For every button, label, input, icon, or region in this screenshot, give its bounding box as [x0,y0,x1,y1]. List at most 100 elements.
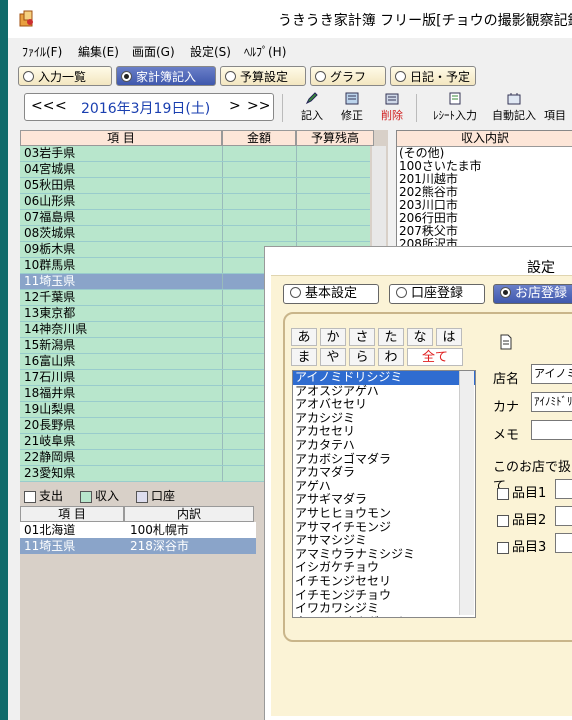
item2-checkbox[interactable]: 品目2 [497,509,546,528]
grid-header-amount: 金額 [222,130,296,146]
shop-item[interactable]: アサマイチモンジ [293,520,475,535]
grid-cell-item: 06山形県 [24,194,76,208]
edit-button[interactable]: 修正 [332,92,372,124]
auto-entry-icon [507,93,521,105]
shop-item[interactable]: アサヒヒョウモン [293,506,475,521]
tab-shop-register[interactable]: お店登録 [493,284,572,304]
legend-swatch [136,490,148,503]
kana-button[interactable]: さ [349,328,375,346]
menu-edit[interactable]: 編集(E) [78,43,119,60]
button-label: 自動記入 [492,109,536,122]
button-label: 修正 [341,109,363,122]
grid-divider [222,466,223,481]
menu-view[interactable]: 画面(G) [132,43,175,60]
shop-list-scrollbar[interactable] [459,371,474,615]
shop-item[interactable]: イワカワシジミ [293,601,475,616]
prev-day-button[interactable]: < [55,98,67,114]
grid-divider [222,178,223,193]
grid-divider [296,210,297,225]
shop-item[interactable]: アカマダラ [293,466,475,480]
tab-input-list[interactable]: 入力一覧 [18,66,112,86]
kana-all-button[interactable]: 全て [407,348,463,366]
tab-graph[interactable]: グラフ [310,66,386,86]
menu-file[interactable]: ﾌｧｲﾙ(F) [22,43,62,60]
checkbox-box [497,514,509,527]
tab-basic-settings[interactable]: 基本設定 [283,284,379,304]
menu-help[interactable]: ﾍﾙﾌﾟ(H) [244,43,286,60]
shop-item[interactable]: アオスジアゲハ [293,384,475,399]
delete-button[interactable]: 削除 [372,92,412,124]
grid-row[interactable]: 07福島県 [20,210,370,226]
grid-divider [296,162,297,177]
entry-cell: 11埼玉県 [24,539,76,553]
prev-month-button[interactable]: << [31,98,54,114]
item1-checkbox[interactable]: 品目1 [497,482,546,501]
receipt-input-button[interactable]: ﾚｼｰﾄ入力 [426,92,484,124]
kana-button[interactable]: は [436,328,462,346]
kana-button[interactable]: ら [349,348,375,366]
item1-field[interactable] [555,479,572,499]
next-day-button[interactable]: > [229,98,241,114]
entry-row[interactable]: 01北海道 100札幌市 [20,522,256,538]
item3-checkbox[interactable]: 品目3 [497,536,546,555]
document-icon [500,334,512,350]
grid-cell-item: 13東京都 [24,306,76,320]
auto-entry-button[interactable]: 自動記入 [488,92,540,124]
shop-item-selected[interactable]: アイノミドリシジミ [293,371,475,385]
kana-button[interactable]: な [407,328,433,346]
kana-button[interactable]: わ [378,348,404,366]
tab-kakeibo-entry[interactable]: 家計簿記入 [116,66,216,86]
shop-item[interactable]: アサマシジミ [293,534,475,548]
shop-item[interactable]: アサギマダラ [293,493,475,507]
entry-cell: 218深谷市 [130,539,189,553]
kana-button[interactable]: ま [291,348,317,366]
grid-header-item: 項 目 [20,130,222,146]
legend-income[interactable]: 収入 [80,487,119,504]
item2-field[interactable] [555,506,572,526]
shop-item[interactable]: アカシジミ [293,411,475,426]
tab-account-register[interactable]: 口座登録 [389,284,485,304]
radio-icon [290,287,301,298]
kana-button[interactable]: か [320,328,346,346]
grid-row[interactable]: 05秋田県 [20,178,370,194]
shop-name-field[interactable]: アイノミドリ [531,364,572,384]
shop-item[interactable]: イシガケチョウ [293,561,475,575]
grid-divider [222,338,223,353]
grid-cell-item: 20長野県 [24,418,76,432]
shop-item[interactable]: アマミウラナミシジミ [293,547,475,562]
grid-divider [222,162,223,177]
grid-row[interactable]: 04宮城県 [20,162,370,178]
entry-row-selected[interactable]: 11埼玉県 218深谷市 [20,538,256,554]
button-label: 削除 [381,109,403,122]
kana-button[interactable]: た [378,328,404,346]
legend-account[interactable]: 口座 [136,487,175,504]
shop-item[interactable]: アカセセリ [293,425,475,439]
tab-label: グラフ [330,70,367,84]
memo-field[interactable] [531,420,572,440]
shop-item[interactable]: アカタテハ [293,438,475,453]
shop-item[interactable]: イチモンジセセリ [293,574,475,589]
item3-field[interactable] [555,533,572,553]
legend-expense[interactable]: 支出 [24,487,63,504]
grid-row[interactable]: 06山形県 [20,194,370,210]
radio-icon [395,71,406,82]
kana-button[interactable]: あ [291,328,317,346]
shop-item[interactable]: ウスイロオナガシジミ [293,615,475,617]
tab-diary[interactable]: 日記・予定 [390,66,476,86]
menu-settings[interactable]: 設定(S) [190,43,231,60]
shop-item[interactable]: アオバセセリ [293,398,475,412]
shop-list[interactable]: アイノミドリシジミ アオスジアゲハ アオバセセリ アカシジミ アカセセリ アカタテハ アカボ… [292,370,476,618]
tab-label: 予算設定 [240,70,289,84]
grid-row[interactable]: 03岩手県 [20,146,370,162]
category-button[interactable]: 項目 [544,92,572,124]
grid-cell-item: 03岩手県 [24,146,76,160]
shop-kana-field[interactable]: ｱｲﾉﾐﾄﾞﾘｼｼﾞ [531,392,572,412]
kana-button[interactable]: や [320,348,346,366]
tab-budget[interactable]: 予算設定 [220,66,306,86]
next-month-button[interactable]: >> [247,98,270,114]
grid-row[interactable]: 08茨城県 [20,226,370,242]
grid-divider [222,274,223,289]
entry-button[interactable]: 記入 [292,92,332,124]
date-display[interactable]: 2016年3月19日(土) [81,98,210,118]
shop-item[interactable]: イチモンジチョウ [293,588,475,603]
